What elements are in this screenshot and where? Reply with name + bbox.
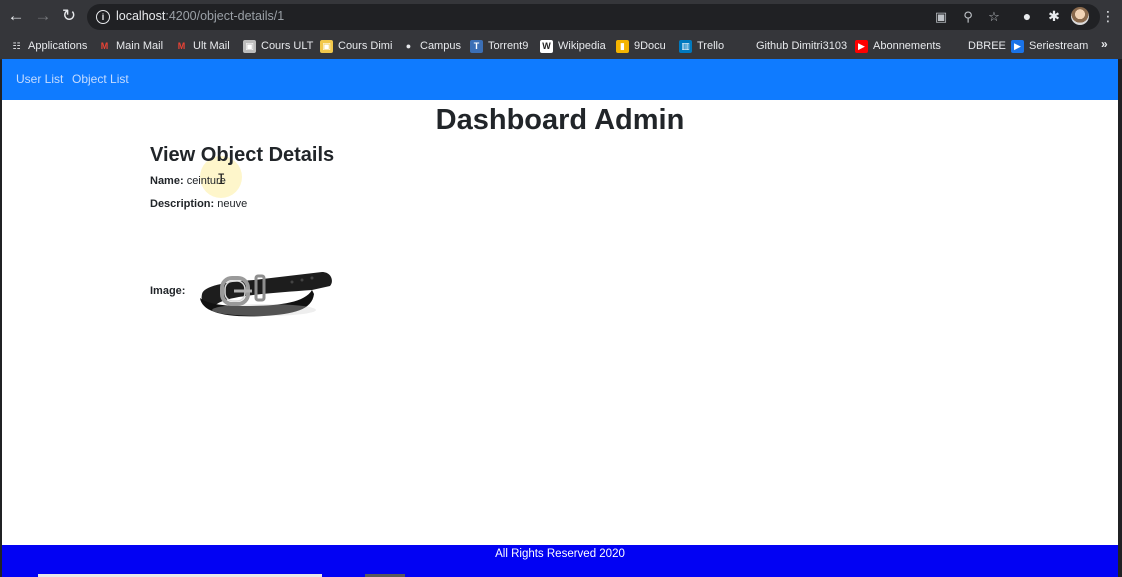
page-viewport: User List Object List Dashboard Admin Vi… — [2, 59, 1118, 577]
bookmark-label: Cours Dimi — [338, 40, 393, 52]
bookmark-item[interactable]: ▥ Trello — [679, 36, 724, 56]
classroom-icon: ▣ — [243, 39, 256, 53]
bookmark-item[interactable]: M Main Mail — [98, 36, 163, 56]
bookmark-star-icon[interactable]: ☆ — [985, 8, 1003, 26]
bookmark-item[interactable]: ▶ Seriestream — [1011, 36, 1088, 56]
bookmark-item[interactable]: ▮ 9Docu — [616, 36, 666, 56]
extensions-puzzle-icon[interactable]: ✱ — [1045, 7, 1063, 25]
bookmark-item[interactable]: W Wikipedia — [540, 36, 606, 56]
apps-grid-icon: ☷ — [12, 40, 21, 51]
url-text[interactable]: localhost:4200/object-details/1 — [116, 9, 284, 23]
description-value: neuve — [217, 198, 248, 210]
description-label: Description: — [150, 198, 215, 210]
bookmark-item[interactable]: ● Campus — [402, 36, 461, 56]
bookmark-label: Ult Mail — [193, 40, 230, 52]
bookmark-item[interactable]: ☷ Applications — [10, 36, 87, 56]
bookmark-label: Abonnements — [873, 40, 941, 52]
bookmark-label: Main Mail — [116, 40, 164, 52]
nav-link-object-list[interactable]: Object List — [72, 72, 129, 86]
bookmark-item[interactable]: ▣ Cours Dimi — [320, 36, 392, 56]
name-field: Name: ceinture — [150, 175, 226, 187]
bookmark-label: DBREE — [968, 40, 1006, 52]
gmail-icon: M — [177, 40, 186, 51]
play-icon: ▶ — [1011, 39, 1024, 53]
torrent9-icon: T — [470, 39, 483, 53]
bookmark-label: Trello — [697, 40, 725, 52]
bookmarks-overflow-icon[interactable]: » — [1101, 37, 1108, 51]
forward-arrow-icon[interactable]: → — [33, 6, 53, 26]
gmail-icon: M — [100, 40, 109, 51]
classroom-icon: ▣ — [320, 39, 333, 53]
page-title: Dashboard Admin — [435, 104, 685, 136]
wikipedia-icon: W — [540, 39, 553, 53]
dbree-icon — [950, 39, 963, 53]
trello-icon: ▥ — [679, 39, 692, 53]
object-image-belt — [194, 264, 334, 324]
bookmark-label: Github Dimitri3103 — [756, 40, 848, 52]
globe-icon: ● — [405, 40, 412, 51]
footer-text: All Rights Reserved 2020 — [495, 548, 625, 560]
reload-icon[interactable]: ↻ — [59, 6, 79, 26]
github-icon — [738, 39, 751, 53]
window-edge — [1118, 59, 1122, 577]
menu-kebab-icon[interactable]: ⋮ — [1099, 7, 1117, 25]
bookmark-item[interactable]: T Torrent9 — [470, 36, 528, 56]
extension-circle-icon[interactable]: ● — [1018, 7, 1036, 25]
translate-icon[interactable]: ▣ — [932, 8, 950, 26]
section-title: View Object Details — [150, 144, 335, 166]
image-label: Image: — [150, 285, 186, 297]
9docu-icon: ▮ — [616, 39, 629, 53]
zoom-icon[interactable]: ⚲ — [959, 8, 977, 26]
bookmark-item[interactable]: ▶ Abonnements — [855, 36, 941, 56]
bookmark-item[interactable]: DBREE — [950, 36, 1006, 56]
bookmark-label: Applications — [28, 40, 88, 52]
bookmarks-bar: ☷ Applications M Main Mail M Ult Mail ▣ Cours U… — [0, 33, 1122, 60]
text-cursor-icon: I — [217, 172, 226, 188]
page-footer: All Rights Reserved 2020 — [2, 545, 1118, 577]
bookmark-item[interactable]: Github Dimitri3103 — [738, 36, 847, 56]
bookmark-label: Torrent9 — [488, 40, 529, 52]
bookmark-label: Wikipedia — [558, 40, 606, 52]
top-navbar: User List Object List — [2, 59, 1118, 100]
bookmark-label: 9Docu — [634, 40, 666, 52]
address-bar[interactable]: i localhost:4200/object-details/1 ▣ ⚲ ☆ — [87, 4, 1100, 30]
name-label: Name: — [150, 175, 184, 187]
profile-avatar[interactable] — [1071, 7, 1089, 25]
back-arrow-icon[interactable]: ← — [6, 6, 26, 26]
nav-link-user-list[interactable]: User List — [16, 72, 63, 86]
description-field: Description: neuve — [150, 198, 247, 210]
bookmark-item[interactable]: M Ult Mail — [175, 36, 230, 56]
youtube-icon: ▶ — [855, 39, 868, 53]
bookmark-item[interactable]: ▣ Cours ULT — [243, 36, 313, 56]
bookmark-label: Seriestream — [1029, 40, 1089, 52]
bookmark-label: Campus — [420, 40, 461, 52]
site-info-icon[interactable]: i — [96, 10, 110, 24]
browser-toolbar: ← → ↻ i localhost:4200/object-details/1 … — [0, 0, 1122, 33]
bookmark-label: Cours ULT — [261, 40, 314, 52]
